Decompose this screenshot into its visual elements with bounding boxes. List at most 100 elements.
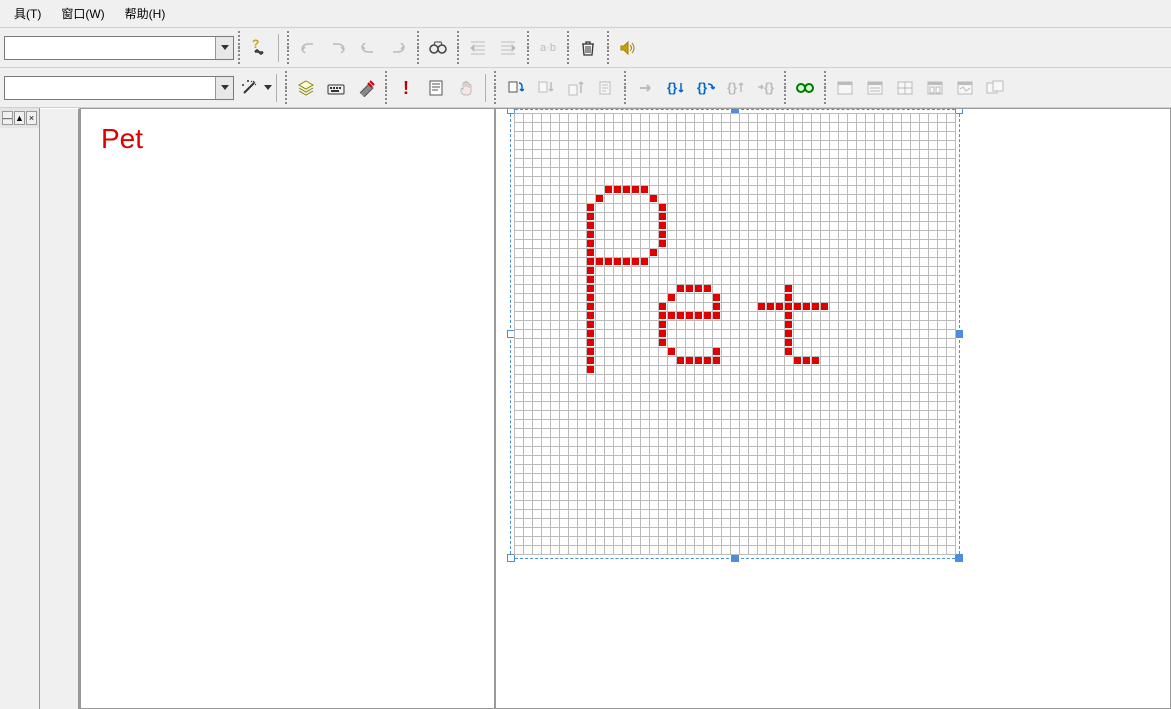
indent-left-button[interactable] [463, 33, 493, 63]
selection-handle-br[interactable] [955, 554, 963, 562]
pixel[interactable] [623, 258, 630, 265]
step-over-button[interactable] [530, 73, 560, 103]
keyboard-button[interactable] [321, 73, 351, 103]
pixel[interactable] [713, 348, 720, 355]
pixel[interactable] [785, 285, 792, 292]
pixel[interactable] [659, 231, 666, 238]
layers-button[interactable] [291, 73, 321, 103]
selection-handle-bl[interactable] [507, 554, 515, 562]
pixel[interactable] [713, 303, 720, 310]
pixel[interactable] [587, 330, 594, 337]
combo-1-dropdown-icon[interactable] [215, 37, 233, 59]
pixel[interactable] [659, 222, 666, 229]
pixel[interactable] [587, 312, 594, 319]
pixel[interactable] [587, 285, 594, 292]
pixel[interactable] [785, 294, 792, 301]
window-5-button[interactable] [950, 73, 980, 103]
pixel[interactable] [803, 357, 810, 364]
trash-button[interactable] [573, 33, 603, 63]
trace-out-button[interactable]: {} [720, 73, 750, 103]
pixel[interactable] [587, 339, 594, 346]
continue-button[interactable] [630, 73, 660, 103]
pixel[interactable] [803, 303, 810, 310]
pixel[interactable] [668, 294, 675, 301]
pixel[interactable] [650, 249, 657, 256]
pixel-editor-pane[interactable] [495, 108, 1171, 709]
pixel[interactable] [785, 312, 792, 319]
delete-tool-button[interactable] [351, 73, 381, 103]
pixel[interactable] [587, 258, 594, 265]
pixel[interactable] [677, 285, 684, 292]
step-into-button[interactable] [500, 73, 530, 103]
binoculars-button[interactable] [423, 33, 453, 63]
pixel[interactable] [587, 276, 594, 283]
hand-tool-button[interactable] [451, 73, 481, 103]
redo-button[interactable] [323, 33, 353, 63]
step-out-button[interactable] [560, 73, 590, 103]
pixel[interactable] [677, 357, 684, 364]
pixel[interactable] [794, 357, 801, 364]
pixel[interactable] [587, 294, 594, 301]
pixel[interactable] [686, 285, 693, 292]
pixel[interactable] [659, 339, 666, 346]
pixel[interactable] [587, 267, 594, 274]
combo-2-dropdown-icon[interactable] [215, 77, 233, 99]
pixel[interactable] [596, 195, 603, 202]
trace-over-button[interactable]: {} [690, 73, 720, 103]
pixel[interactable] [668, 312, 675, 319]
pixel[interactable] [794, 303, 801, 310]
window-6-button[interactable] [980, 73, 1010, 103]
pixel[interactable] [605, 186, 612, 193]
pixel[interactable] [695, 357, 702, 364]
pixel[interactable] [632, 186, 639, 193]
pixel-grid[interactable] [514, 113, 956, 555]
watch-button[interactable] [790, 73, 820, 103]
combo-1[interactable] [4, 36, 234, 60]
menu-window[interactable]: 窗口(W) [51, 1, 114, 26]
pixel[interactable] [596, 258, 603, 265]
pixel[interactable] [587, 303, 594, 310]
panel-restore-button[interactable]: ▲ [14, 111, 25, 125]
menu-help[interactable]: 帮助(H) [115, 1, 176, 26]
pixel[interactable] [650, 195, 657, 202]
pixel[interactable] [605, 258, 612, 265]
window-3-button[interactable] [890, 73, 920, 103]
sound-button[interactable] [613, 33, 643, 63]
pixel[interactable] [641, 186, 648, 193]
pixel[interactable] [821, 303, 828, 310]
pixel[interactable] [587, 231, 594, 238]
pixel[interactable] [587, 357, 594, 364]
pixel[interactable] [587, 204, 594, 211]
selection-handle-mr[interactable] [955, 330, 963, 338]
window-2-button[interactable] [860, 73, 890, 103]
pixel[interactable] [812, 303, 819, 310]
panel-minimize-button[interactable]: — [2, 111, 13, 125]
pixel[interactable] [785, 303, 792, 310]
panel-close-button[interactable]: × [26, 111, 37, 125]
undo-alt-button[interactable] [353, 33, 383, 63]
undo-button[interactable] [293, 33, 323, 63]
pixel[interactable] [686, 312, 693, 319]
menu-tools[interactable]: 具(T) [4, 1, 51, 26]
pixel[interactable] [632, 258, 639, 265]
pixel[interactable] [686, 357, 693, 364]
notes-button[interactable] [421, 73, 451, 103]
pixel[interactable] [614, 258, 621, 265]
pixel[interactable] [677, 312, 684, 319]
pixel[interactable] [785, 348, 792, 355]
pixel[interactable] [587, 348, 594, 355]
pixel[interactable] [713, 294, 720, 301]
pixel[interactable] [614, 186, 621, 193]
pixel-canvas[interactable] [514, 113, 956, 555]
pixel[interactable] [668, 348, 675, 355]
pixel[interactable] [623, 186, 630, 193]
find-help-button[interactable]: ? [244, 33, 274, 63]
pixel[interactable] [758, 303, 765, 310]
step-doc-button[interactable] [590, 73, 620, 103]
pixel[interactable] [587, 240, 594, 247]
pixel[interactable] [695, 312, 702, 319]
pixel[interactable] [767, 303, 774, 310]
combo-2[interactable] [4, 76, 234, 100]
pixel[interactable] [641, 258, 648, 265]
magic-wand-button[interactable] [234, 73, 264, 103]
